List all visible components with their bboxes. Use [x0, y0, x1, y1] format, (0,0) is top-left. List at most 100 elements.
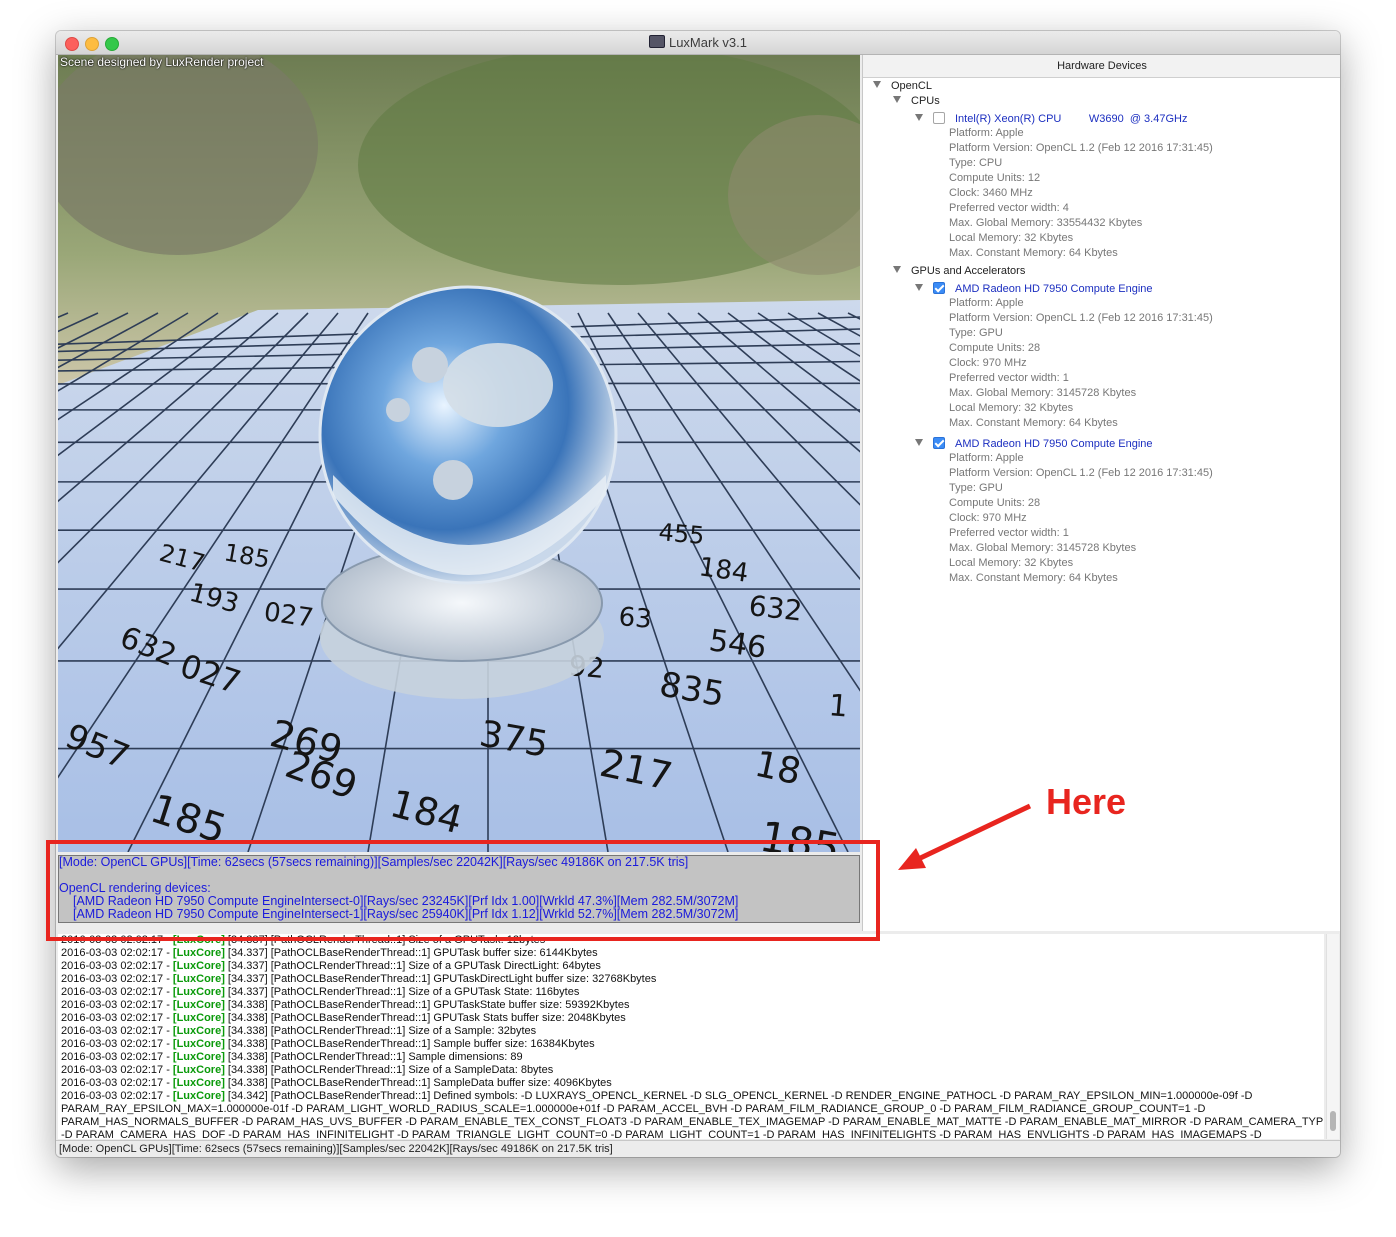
log-timestamp: 2016-03-03 02:02:17 -	[61, 1012, 173, 1024]
gpu-device-0-property: Compute Units: 28	[949, 342, 1041, 354]
log-tag: [LuxCore]	[172, 1051, 225, 1063]
cpu-device-property: Compute Units: 12	[949, 172, 1041, 184]
cpu-device-property: Max. Constant Memory: 64 Kbytes	[949, 247, 1118, 259]
tree-label-gpus: GPUs and Accelerators	[911, 265, 1026, 277]
log-message: [34.338] [PathOCLBaseRenderThread::1] Sa…	[224, 1038, 595, 1050]
gpu-device-1-checkbox[interactable]	[933, 437, 945, 449]
log-timestamp: 2016-03-03 02:02:17 -	[61, 947, 173, 959]
log-line: 2016-03-03 02:02:17 - [LuxCore] [34.337]…	[58, 973, 1324, 986]
disclosure-triangle-icon[interactable]	[893, 96, 901, 103]
log-tag: [LuxCore]	[172, 1025, 225, 1037]
gpu-device-0-property: Platform Version: OpenCL 1.2 (Feb 12 201…	[949, 312, 1213, 324]
tree-node-opencl[interactable]: OpenCL	[873, 80, 932, 92]
log-timestamp: 2016-03-03 02:02:17 -	[61, 986, 173, 998]
log-message: [34.338] [PathOCLBaseRenderThread::1] GP…	[224, 999, 630, 1011]
log-line: 2016-03-03 02:02:17 - [LuxCore] [34.337]…	[58, 986, 1324, 999]
log-message: [34.338] [PathOCLRenderThread::1] Size o…	[224, 1025, 537, 1037]
log-message: [34.338] [PathOCLRenderThread::1] Sample…	[224, 1051, 523, 1063]
gpu-device-1-property: Max. Global Memory: 3145728 Kbytes	[949, 542, 1137, 554]
log-tag: [LuxCore]	[172, 960, 225, 972]
log-line: 2016-03-03 02:02:17 - [LuxCore] [34.338]…	[58, 999, 1324, 1012]
log-message: [34.337] [PathOCLBaseRenderThread::1] GP…	[224, 947, 598, 959]
gpu-device-1-property: Local Memory: 32 Kbytes	[949, 557, 1074, 569]
tree-node-cpu-device[interactable]: Intel(R) Xeon(R) CPU W3690 @ 3.47GHz	[915, 112, 1187, 125]
log-message: [34.338] [PathOCLBaseRenderThread::1] GP…	[224, 1012, 626, 1024]
cpu-device-name: Intel(R) Xeon(R) CPU W3690 @ 3.47GHz	[955, 113, 1188, 125]
luxmark-app-icon	[648, 35, 665, 48]
log-timestamp: 2016-03-03 02:02:17 -	[61, 960, 173, 972]
log-tag: [LuxCore]	[172, 1012, 225, 1024]
floor-number: 63	[617, 602, 653, 635]
log-timestamp: 2016-03-03 02:02:17 -	[61, 1025, 173, 1037]
gpu-device-0-property: Preferred vector width: 1	[949, 372, 1069, 384]
log-tag: [LuxCore]	[172, 1090, 225, 1102]
log-line: PARAM_HAS_NORMALS_BUFFER -D PARAM_HAS_UV…	[61, 1116, 1324, 1128]
log-timestamp: 2016-03-03 02:02:17 -	[61, 1051, 173, 1063]
gpu-device-0-property: Clock: 970 MHz	[949, 357, 1027, 369]
status-bar: [Mode: OpenCL GPUs][Time: 62secs (57secs…	[56, 1140, 1340, 1157]
log-tag: [LuxCore]	[172, 1077, 225, 1089]
disclosure-triangle-icon[interactable]	[915, 114, 923, 121]
cpu-device-checkbox[interactable]	[933, 112, 945, 124]
disclosure-triangle-icon[interactable]	[873, 81, 881, 88]
gpu-device-1-property: Platform: Apple	[949, 452, 1024, 464]
log-timestamp: 2016-03-03 02:02:17 -	[61, 999, 173, 1011]
log-tag: [LuxCore]	[172, 1064, 225, 1076]
log-message: [34.337] [PathOCLRenderThread::1] Size o…	[224, 960, 601, 972]
log-line: PARAM_RAY_EPSILON_MAX=1.000000e-01f -D P…	[61, 1103, 1206, 1115]
cpu-device-property: Max. Global Memory: 33554432 Kbytes	[949, 217, 1143, 229]
gpu-device-1-property: Platform Version: OpenCL 1.2 (Feb 12 201…	[949, 467, 1213, 479]
annotation-highlight-box	[46, 840, 880, 941]
log-message: [34.338] [PathOCLRenderThread::1] Size o…	[224, 1064, 554, 1076]
log-scrollbar-thumb[interactable]	[1330, 1111, 1336, 1131]
disclosure-triangle-icon[interactable]	[893, 266, 901, 273]
log-timestamp: 2016-03-03 02:02:17 -	[61, 1077, 173, 1089]
floor-number: 632	[747, 589, 804, 627]
log-line: 2016-03-03 02:02:17 - [LuxCore] [34.338]…	[58, 1038, 1324, 1051]
rendered-scene: 957185269027632193217 1850272691843752178…	[58, 55, 860, 852]
gpu-device-0-property: Local Memory: 32 Kbytes	[949, 402, 1074, 414]
gpu-device-1-property: Max. Constant Memory: 64 Kbytes	[949, 572, 1118, 584]
log-line: -D PARAM_CAMERA_HAS_DOF -D PARAM_HAS_INF…	[61, 1129, 1262, 1139]
log-tag: [LuxCore]	[172, 1038, 225, 1050]
disclosure-triangle-icon[interactable]	[915, 284, 923, 291]
tree-node-cpus[interactable]: CPUs	[893, 95, 940, 107]
hardware-devices-header: Hardware Devices	[863, 55, 1340, 78]
tree-node-gpu-device-1[interactable]: AMD Radeon HD 7950 Compute Engine	[915, 437, 1153, 450]
log-scrollbar[interactable]	[1326, 934, 1339, 1139]
cpu-device-property: Platform: Apple	[949, 127, 1024, 139]
log-timestamp: 2016-03-03 02:02:17 -	[61, 1038, 173, 1050]
gpu-device-0-property: Type: GPU	[949, 327, 1003, 339]
log-timestamp: 2016-03-03 02:02:17 -	[61, 1064, 173, 1076]
log-line: 2016-03-03 02:02:17 - [LuxCore] [34.342]…	[58, 1090, 1324, 1103]
log-timestamp: 2016-03-03 02:02:17 -	[61, 973, 173, 985]
log-line: 2016-03-03 02:02:17 - [LuxCore] [34.338]…	[58, 1077, 1324, 1090]
log-output[interactable]: 2016-03-03 02:02:17 - [LuxCore] [34.337]…	[58, 934, 1324, 1139]
tree-node-gpu-device-0[interactable]: AMD Radeon HD 7950 Compute Engine	[915, 282, 1153, 295]
log-tag: [LuxCore]	[172, 973, 225, 985]
render-view[interactable]: 957 185 269 027 632 193 217 185 027 269 184 375 217 8…	[58, 55, 860, 852]
log-line: 2016-03-03 02:02:17 - [LuxCore] [34.338]…	[58, 1025, 1324, 1038]
annotation-label: Here	[1046, 781, 1127, 822]
log-message: [34.337] [PathOCLBaseRenderThread::1] GP…	[224, 973, 657, 985]
log-message: [34.337] [PathOCLRenderThread::1] Size o…	[224, 986, 580, 998]
scene-credit: Scene designed by LuxRender project	[60, 55, 264, 69]
window-title: LuxMark v3.1	[56, 35, 1340, 50]
gpu-device-0-checkbox[interactable]	[933, 282, 945, 294]
log-message: [34.342] [PathOCLBaseRenderThread::1] De…	[224, 1090, 1253, 1102]
cpu-device-property: Type: CPU	[949, 157, 1003, 169]
cpu-device-property: Clock: 3460 MHz	[949, 187, 1033, 199]
luxmark-window: LuxMark v3.1 957 185 269 027 632 193 217…	[56, 31, 1340, 1157]
gpu-device-0-property: Max. Global Memory: 3145728 Kbytes	[949, 387, 1137, 399]
title-bar: LuxMark v3.1	[56, 31, 1340, 55]
log-tag: [LuxCore]	[172, 986, 225, 998]
tree-node-gpus[interactable]: GPUs and Accelerators	[893, 265, 1025, 277]
log-line: 2016-03-03 02:02:17 - [LuxCore] [34.337]…	[58, 960, 1324, 973]
gpu-device-1-property: Type: GPU	[949, 482, 1003, 494]
disclosure-triangle-icon[interactable]	[915, 439, 923, 446]
gpu-device-1-name: AMD Radeon HD 7950 Compute Engine	[955, 438, 1153, 450]
floor-number: 455	[657, 518, 705, 550]
log-line: 2016-03-03 02:02:17 - [LuxCore] [34.338]…	[58, 1051, 1324, 1064]
annotation-arrow-icon	[898, 803, 1032, 870]
log-tag: [LuxCore]	[172, 999, 225, 1011]
